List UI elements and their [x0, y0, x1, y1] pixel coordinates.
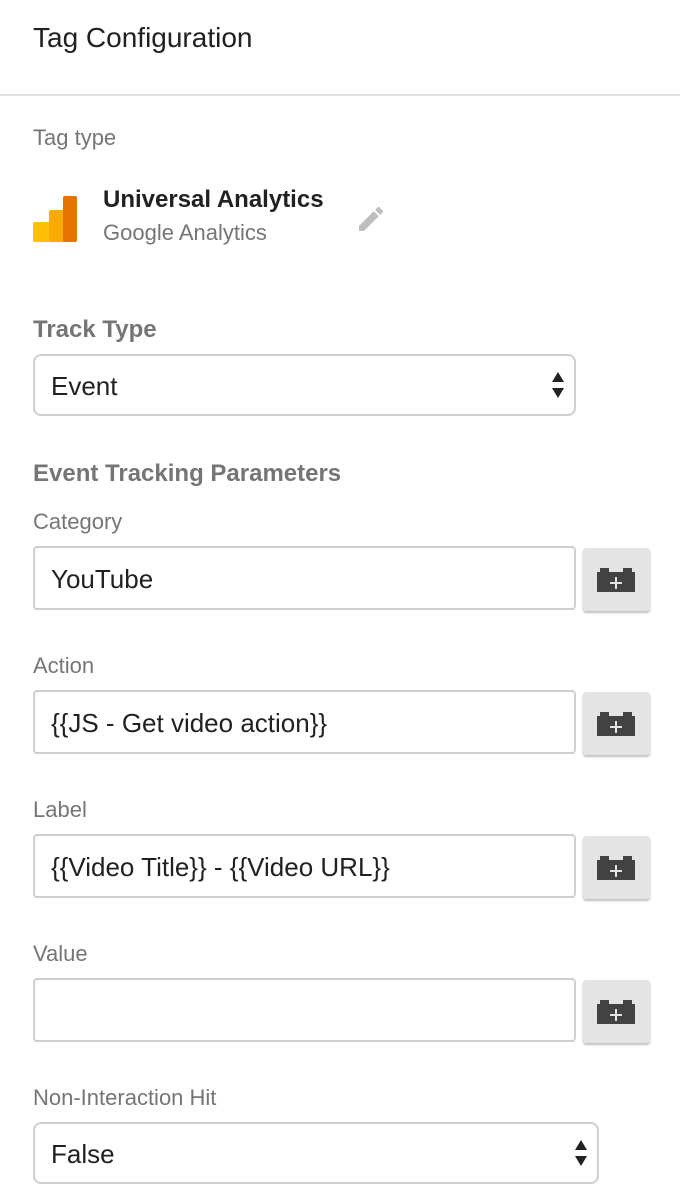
- label-input[interactable]: {{Video Title}} - {{Video URL}}: [33, 834, 576, 898]
- panel-header: Tag Configuration: [0, 0, 680, 96]
- action-label: Action: [33, 653, 95, 678]
- variable-picker-icon: [595, 998, 637, 1026]
- action-variable-button[interactable]: [583, 692, 650, 755]
- google-analytics-icon: [33, 194, 81, 242]
- page-title: Tag Configuration: [33, 22, 253, 53]
- select-arrows-icon: [550, 370, 566, 400]
- variable-picker-icon: [595, 854, 637, 882]
- non-interaction-label: Non-Interaction Hit: [33, 1085, 217, 1110]
- action-input[interactable]: {{JS - Get video action}}: [33, 690, 576, 754]
- select-arrows-icon: [573, 1138, 589, 1168]
- tag-type-selection[interactable]: Universal Analytics Google Analytics: [33, 186, 393, 256]
- category-input[interactable]: YouTube: [33, 546, 576, 610]
- non-interaction-select[interactable]: False: [33, 1122, 599, 1184]
- label-variable-button[interactable]: [583, 836, 650, 899]
- track-type-value: Event: [51, 371, 118, 401]
- variable-picker-icon: [595, 710, 637, 738]
- label-label: Label: [33, 797, 87, 822]
- value-variable-button[interactable]: [583, 980, 650, 1043]
- category-label: Category: [33, 509, 123, 534]
- variable-picker-icon: [595, 566, 637, 594]
- value-input[interactable]: [33, 978, 576, 1042]
- action-value: {{JS - Get video action}}: [51, 708, 328, 738]
- non-interaction-value: False: [51, 1139, 115, 1169]
- tag-type-label: Tag type: [33, 125, 117, 150]
- track-type-select[interactable]: Event: [33, 354, 576, 416]
- tag-type-name: Universal Analytics: [103, 186, 324, 213]
- category-variable-button[interactable]: [583, 548, 650, 611]
- tag-type-provider: Google Analytics: [103, 220, 267, 245]
- event-tracking-title: Event Tracking Parameters: [33, 460, 342, 487]
- category-value: YouTube: [51, 564, 154, 594]
- track-type-label: Track Type: [33, 316, 157, 343]
- label-value: {{Video Title}} - {{Video URL}}: [51, 852, 390, 882]
- value-label: Value: [33, 941, 88, 966]
- pencil-icon[interactable]: [355, 203, 387, 235]
